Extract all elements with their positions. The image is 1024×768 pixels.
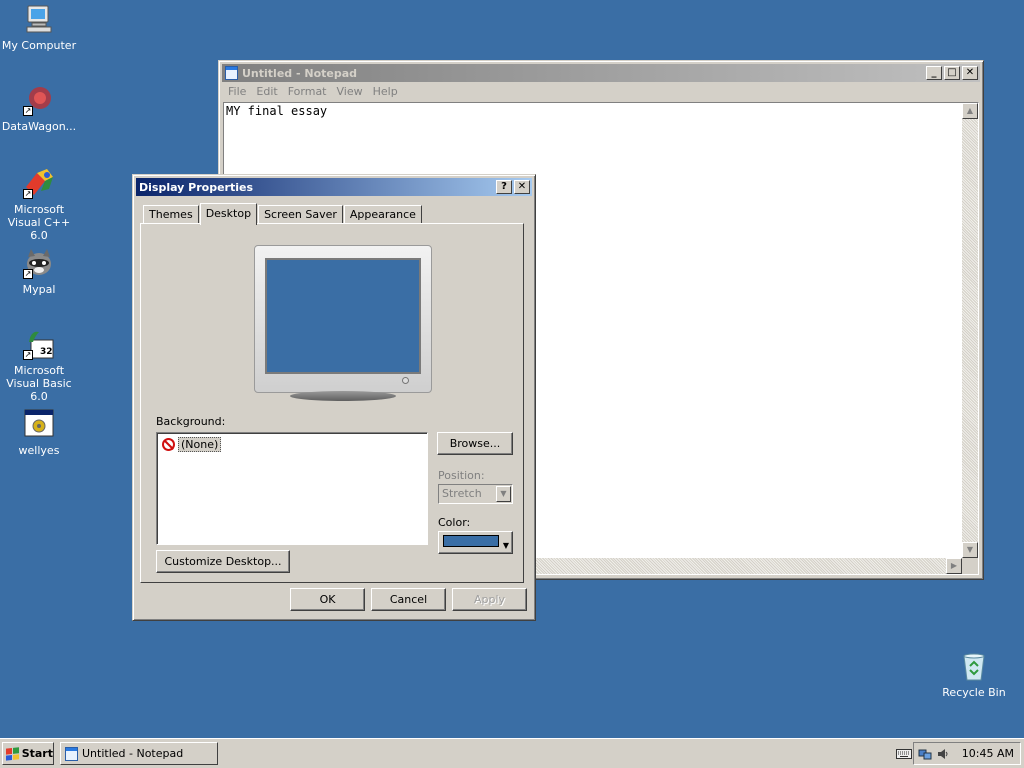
scroll-up-button[interactable]: ▲	[962, 103, 978, 119]
desktop-icon-label: Recycle Bin	[942, 686, 1006, 699]
notepad-icon	[225, 66, 238, 80]
menu-format[interactable]: Format	[283, 83, 332, 101]
none-icon	[162, 438, 175, 451]
vertical-scrollbar[interactable]: ▲ ▼	[962, 103, 978, 558]
desktop-tab-panel: Background: (None) Browse... Position: S…	[140, 223, 524, 583]
system-tray: 10:45 AM	[913, 742, 1021, 765]
tab-strip: Themes Desktop Screen Saver Appearance	[143, 203, 423, 225]
chevron-down-icon: ▼	[496, 486, 511, 502]
menu-edit[interactable]: Edit	[251, 83, 282, 101]
list-item[interactable]: (None)	[162, 437, 222, 452]
tab-themes[interactable]: Themes	[143, 205, 199, 224]
desktop-icon-label: Mypal	[22, 283, 56, 296]
desktop-icon-recycle-bin[interactable]: Recycle Bin	[935, 650, 1013, 699]
scroll-down-button[interactable]: ▼	[962, 542, 978, 558]
shortcut-arrow-icon: ↗	[23, 106, 33, 116]
start-button[interactable]: Start	[2, 742, 54, 765]
position-value: Stretch	[442, 487, 482, 500]
my-computer-icon	[23, 3, 55, 35]
desktop-icon-wellyes[interactable]: wellyes	[0, 408, 78, 457]
desktop-icon-my-computer[interactable]: My Computer	[0, 3, 78, 52]
scroll-right-button[interactable]: ▶	[946, 558, 962, 574]
desktop-icon-label: Microsoft Visual Basic 6.0	[6, 364, 72, 403]
windows-logo-icon	[6, 746, 19, 761]
list-item-label: (None)	[178, 437, 222, 452]
network-icon[interactable]	[918, 747, 932, 761]
datawagon-icon: ↗	[23, 84, 55, 116]
menu-file[interactable]: File	[223, 83, 251, 101]
minimize-button[interactable]: _	[926, 66, 942, 80]
document-text: MY final essay	[226, 104, 328, 118]
dialog-titlebar[interactable]: Display Properties ? ✕	[136, 178, 532, 196]
shortcut-arrow-icon: ↗	[23, 189, 33, 199]
tab-desktop[interactable]: Desktop	[199, 203, 258, 225]
display-properties-dialog[interactable]: Display Properties ? ✕ Themes Desktop Sc…	[132, 174, 536, 621]
color-swatch	[443, 535, 499, 547]
menu-bar: File Edit Format View Help	[223, 83, 403, 101]
desktop-icon-label: wellyes	[18, 444, 60, 457]
monitor-screen-preview	[265, 258, 421, 374]
desktop-icon-visual-basic[interactable]: 32 ↗ Microsoft Visual Basic 6.0	[0, 328, 78, 403]
tab-appearance[interactable]: Appearance	[343, 205, 422, 224]
shortcut-arrow-icon: ↗	[23, 350, 33, 360]
menu-help[interactable]: Help	[368, 83, 403, 101]
position-select[interactable]: Stretch ▼	[438, 484, 513, 504]
volume-icon[interactable]	[936, 747, 950, 761]
color-picker-button[interactable]: ▼	[438, 531, 513, 554]
position-label: Position:	[438, 469, 485, 482]
desktop-icon-label: DataWagon...	[1, 120, 77, 133]
desktop-icon-label: Microsoft Visual C++ 6.0	[7, 203, 71, 242]
size-grip[interactable]	[962, 558, 978, 574]
taskbar-item-notepad[interactable]: Untitled - Notepad	[60, 742, 218, 765]
desktop-icon-visual-cpp[interactable]: ↗ Microsoft Visual C++ 6.0	[0, 167, 78, 242]
recycle-bin-icon	[958, 650, 990, 682]
tab-screen-saver[interactable]: Screen Saver	[258, 205, 343, 224]
taskbar-item-label: Untitled - Notepad	[82, 747, 184, 760]
close-button[interactable]: ✕	[514, 180, 530, 194]
svg-text:32: 32	[40, 347, 53, 357]
desktop-icon-label: My Computer	[1, 39, 77, 52]
taskbar: Start Untitled - Notepad 10:45 AM	[0, 738, 1024, 768]
apply-button[interactable]: Apply	[452, 588, 527, 611]
desktop-icon-datawagon[interactable]: ↗ DataWagon...	[0, 84, 78, 133]
dialog-title: Display Properties	[139, 180, 254, 194]
color-label: Color:	[438, 516, 471, 529]
ok-button[interactable]: OK	[290, 588, 365, 611]
help-button[interactable]: ?	[496, 180, 512, 194]
mypal-raccoon-icon: ↗	[23, 247, 55, 279]
start-label: Start	[21, 747, 53, 760]
chevron-down-icon: ▼	[502, 541, 509, 550]
browse-button[interactable]: Browse...	[437, 432, 513, 455]
power-led-icon	[402, 377, 409, 384]
visual-basic-icon: 32 ↗	[23, 328, 55, 360]
desktop-icon-mypal[interactable]: ↗ Mypal	[0, 247, 78, 296]
notepad-icon	[65, 746, 78, 761]
notepad-titlebar[interactable]: Untitled - Notepad _ □ ✕	[222, 64, 980, 82]
background-label: Background:	[156, 415, 226, 428]
menu-view[interactable]: View	[332, 83, 368, 101]
wellyes-app-icon	[23, 408, 55, 440]
monitor-preview	[254, 245, 432, 401]
background-listbox[interactable]: (None)	[156, 432, 428, 545]
window-title: Untitled - Notepad	[242, 66, 358, 80]
shortcut-arrow-icon: ↗	[23, 269, 33, 279]
clock[interactable]: 10:45 AM	[962, 747, 1014, 760]
monitor-frame	[254, 245, 432, 393]
customize-desktop-button[interactable]: Customize Desktop...	[156, 550, 290, 573]
maximize-button[interactable]: □	[944, 66, 960, 80]
monitor-stand	[290, 391, 396, 401]
close-button[interactable]: ✕	[962, 66, 978, 80]
cancel-button[interactable]: Cancel	[371, 588, 446, 611]
keyboard-icon[interactable]	[896, 748, 912, 760]
visual-cpp-icon: ↗	[23, 167, 55, 199]
